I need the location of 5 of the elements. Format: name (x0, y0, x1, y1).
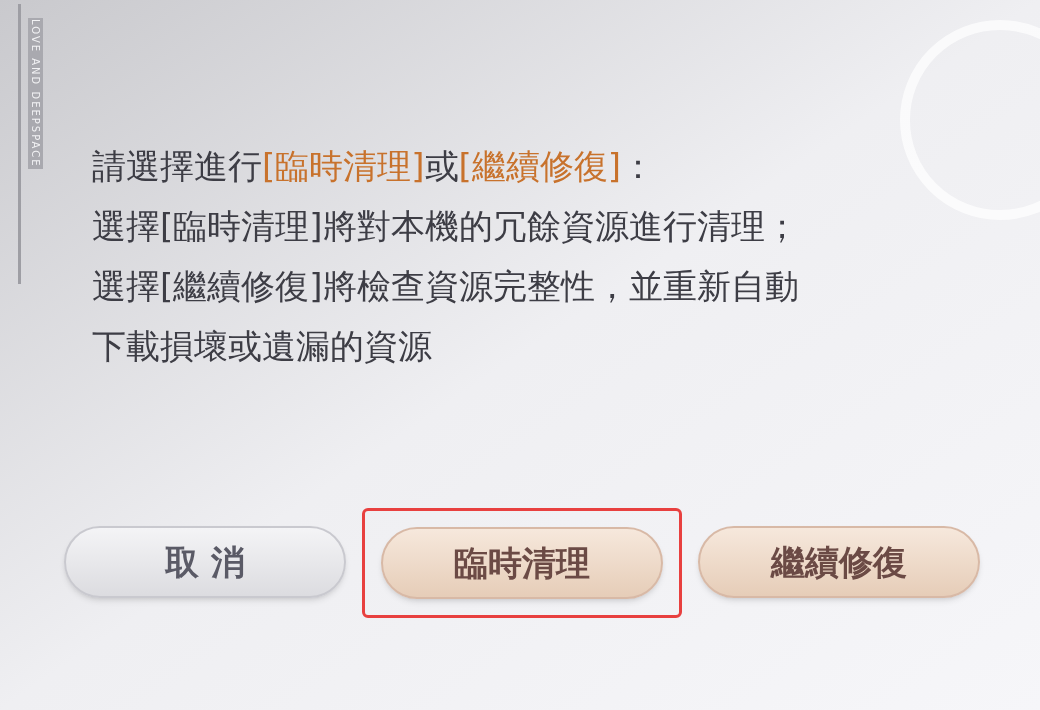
message-text: 請選擇進行[臨時清理]或[繼續修復]： 選擇[臨時清理]將對本機的冗餘資源進行清理； 選擇[繼續修復]將檢查資源完整性，並重新自動 下載損壞或遺漏的資源 (92, 145, 800, 368)
dialog-button[interactable]: 臨時清理 (381, 527, 663, 599)
dialog-button[interactable]: 取 消 (64, 526, 346, 598)
brand-text: LOVE AND DEEPSPACE (28, 18, 43, 169)
dialog-button[interactable]: 繼續修復 (698, 526, 980, 598)
